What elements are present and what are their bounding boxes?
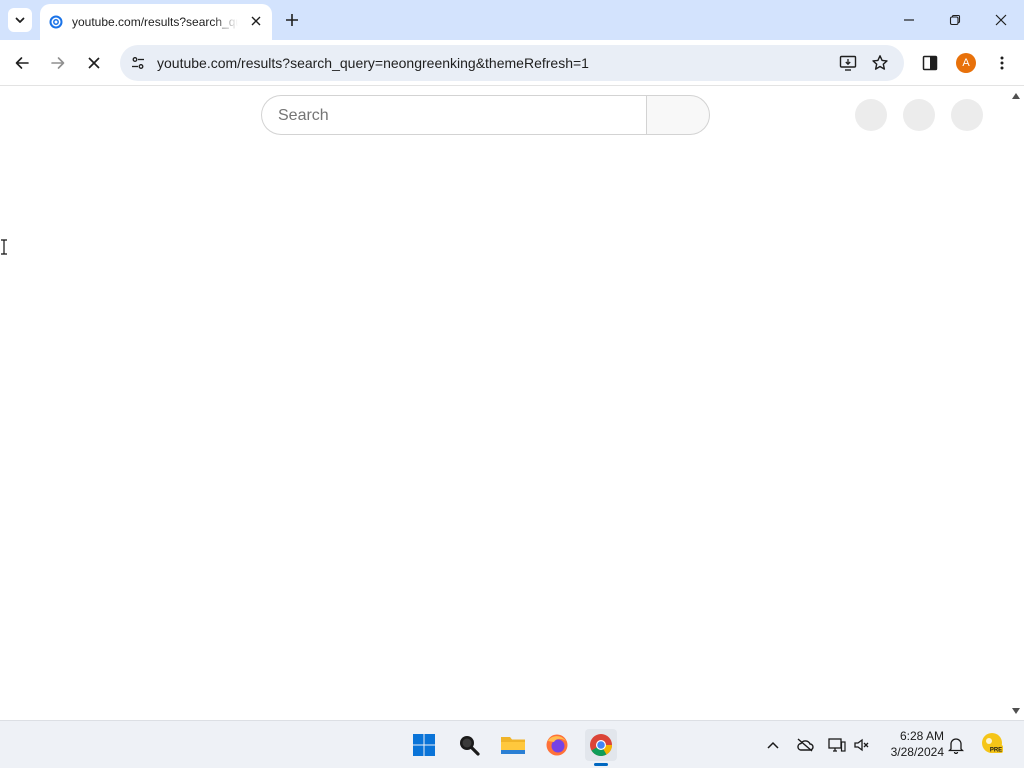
placeholder-button-1[interactable] [855, 99, 887, 131]
system-clock[interactable]: 6:28 AM 3/28/2024 [880, 728, 944, 760]
screen: youtube.com/results?search_query=neongre… [0, 0, 1024, 768]
side-panel-button[interactable] [918, 51, 942, 75]
close-icon [995, 14, 1007, 26]
bookmark-star-icon[interactable] [870, 53, 890, 73]
address-bar[interactable]: youtube.com/results?search_query=neongre… [120, 45, 904, 81]
site-info-icon[interactable] [128, 53, 148, 73]
scroll-down-arrow[interactable] [1011, 706, 1021, 716]
page-content [0, 87, 1024, 720]
chevron-up-icon[interactable] [763, 735, 783, 755]
chevron-down-icon [15, 17, 25, 23]
placeholder-button-2[interactable] [903, 99, 935, 131]
restore-button[interactable] [932, 0, 978, 40]
loading-favicon-icon [49, 15, 63, 29]
tab-title: youtube.com/results?search_query=neongre… [72, 15, 238, 29]
browser-toolbar: youtube.com/results?search_query=neongre… [0, 40, 1024, 86]
scroll-up-arrow[interactable] [1011, 91, 1021, 101]
stop-loading-button[interactable] [82, 51, 106, 75]
arrow-left-icon [15, 57, 29, 69]
search-button[interactable] [646, 95, 710, 135]
chrome-icon[interactable] [585, 729, 617, 761]
new-tab-button[interactable] [282, 10, 302, 30]
install-app-icon[interactable] [838, 53, 858, 73]
browser-menu-button[interactable] [990, 51, 1014, 75]
preview-badge-label: PRE [990, 748, 1002, 754]
search-input[interactable] [278, 105, 628, 127]
network-display-icon[interactable] [827, 735, 847, 755]
taskbar: 6:28 AM 3/28/2024 PRE [0, 720, 1024, 768]
clock-time: 6:28 AM [899, 729, 944, 743]
forward-button[interactable] [46, 51, 70, 75]
preview-badge-icon[interactable]: PRE [980, 731, 1004, 755]
address-url: youtube.com/results?search_query=neongre… [157, 55, 589, 71]
tab-close-icon[interactable] [248, 13, 264, 29]
search-box [261, 95, 647, 135]
profile-avatar[interactable]: A [956, 53, 976, 73]
close-window-button[interactable] [978, 0, 1024, 40]
tab-strip: youtube.com/results?search_query=neongre… [0, 0, 1024, 40]
plus-icon [286, 14, 298, 26]
firefox-icon[interactable] [541, 729, 573, 761]
more-vertical-icon [1000, 56, 1004, 70]
restore-icon [949, 14, 961, 26]
arrow-right-icon [51, 57, 65, 69]
taskbar-search-icon[interactable] [453, 729, 485, 761]
cloud-off-icon[interactable] [795, 735, 815, 755]
stop-x-icon [88, 57, 100, 69]
tab-search-button[interactable] [8, 8, 32, 32]
file-explorer-icon[interactable] [497, 729, 529, 761]
windows-start-icon[interactable] [408, 729, 440, 761]
active-app-indicator [594, 763, 608, 766]
clock-date: 3/28/2024 [890, 745, 944, 759]
minimize-icon [904, 19, 914, 21]
browser-tab[interactable]: youtube.com/results?search_query=neongre… [40, 4, 272, 40]
minimize-button[interactable] [886, 0, 932, 40]
volume-muted-icon[interactable] [852, 735, 872, 755]
text-cursor-icon [0, 239, 8, 255]
notification-bell-icon[interactable] [946, 735, 966, 755]
side-panel-icon [922, 55, 938, 71]
back-button[interactable] [10, 51, 34, 75]
placeholder-avatar[interactable] [951, 99, 983, 131]
